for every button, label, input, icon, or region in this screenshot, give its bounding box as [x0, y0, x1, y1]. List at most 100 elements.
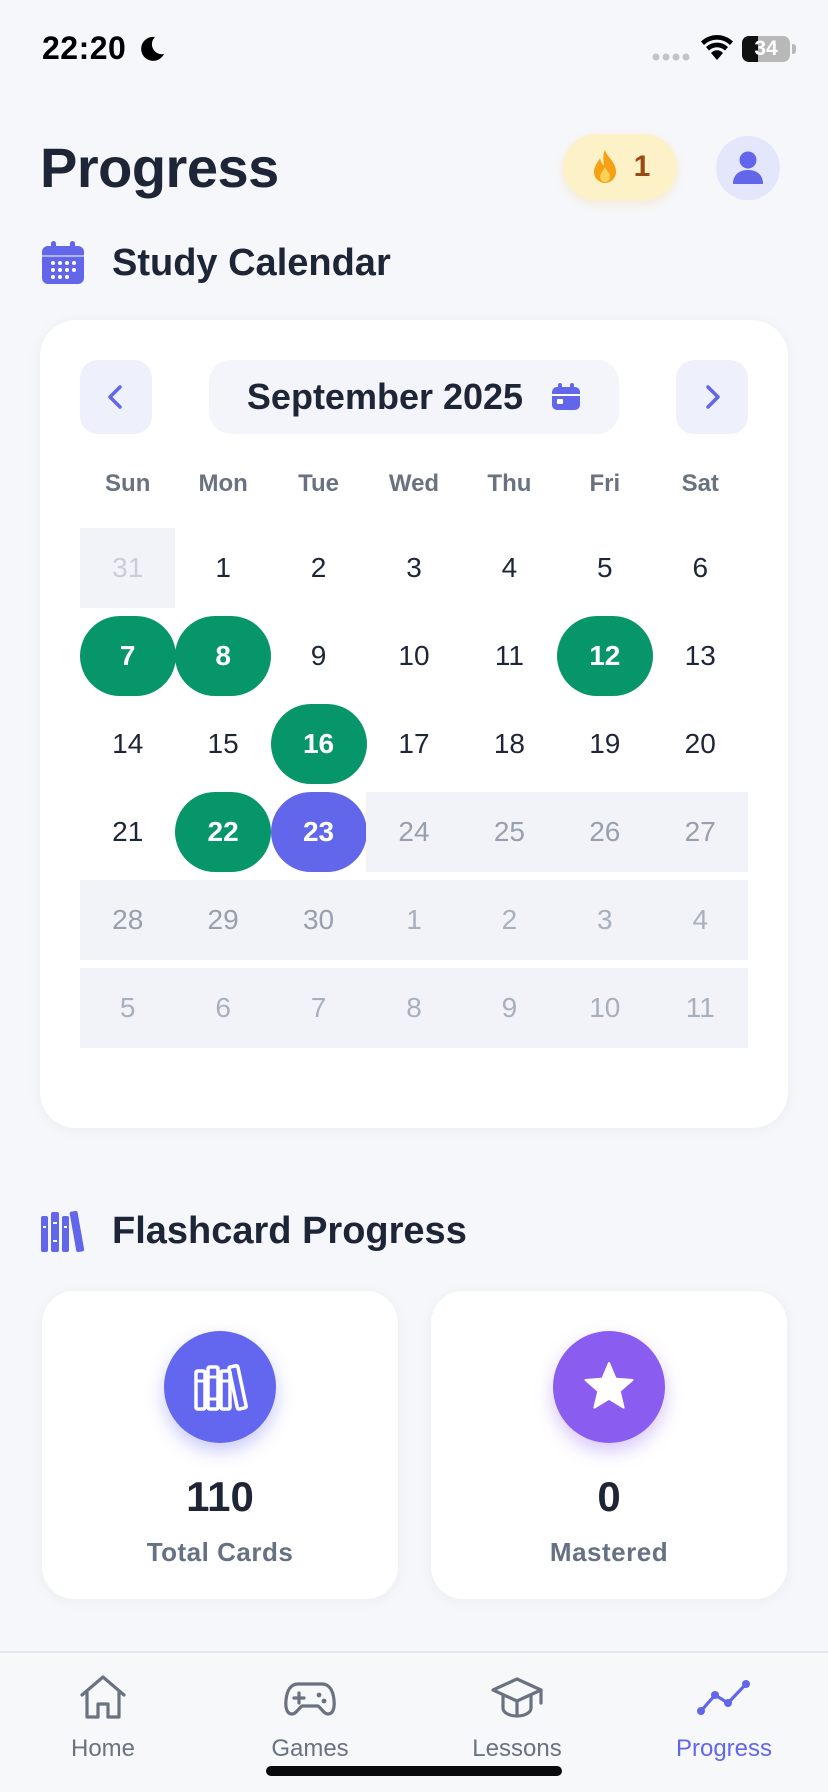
day-number: 7	[119, 640, 136, 671]
calendar-week-row: 28 29 30 1 2 3 4	[80, 880, 748, 960]
day-number: 24	[398, 816, 430, 847]
day-number: 8	[215, 640, 231, 671]
total-cards-stat[interactable]: 110 Total Cards	[42, 1291, 398, 1599]
status-time: 22:20	[42, 30, 127, 66]
day-number: 5	[119, 992, 136, 1023]
calendar-day[interactable]: 7	[270, 968, 367, 1048]
calendar-day[interactable]: 20	[653, 704, 748, 784]
calendar-day[interactable]: 13	[653, 616, 748, 696]
calendar-day[interactable]: 3	[366, 528, 461, 608]
calendar-day[interactable]: 8	[366, 968, 462, 1048]
battery-percent: 34	[754, 37, 778, 60]
calendar-day[interactable]: 15	[175, 704, 270, 784]
calendar-day[interactable]: 9	[271, 616, 366, 696]
progress-screen: 22:20 34 Progress 1 Study Calendar Septe…	[0, 0, 828, 1792]
calendar-day[interactable]: 5	[80, 968, 176, 1048]
weekday-label: Sat	[681, 470, 719, 497]
streak-badge[interactable]: 1	[563, 134, 677, 200]
calendar-day[interactable]: 1	[366, 880, 462, 960]
calendar-day[interactable]: 18	[462, 704, 557, 784]
calendar-day[interactable]: 24	[366, 792, 462, 872]
calendar-day[interactable]: 21	[80, 792, 175, 872]
total-cards-badge	[164, 1331, 276, 1443]
day-number: 13	[684, 640, 716, 671]
calendar-day[interactable]: 14	[80, 704, 175, 784]
mastered-stat[interactable]: 0 Mastered	[431, 1291, 787, 1599]
next-month-button[interactable]	[676, 360, 748, 434]
calendar-day[interactable]: 2	[461, 880, 558, 960]
tab-games[interactable]: Games	[230, 1673, 390, 1773]
calendar-day[interactable]: 4	[652, 880, 748, 960]
calendar-day[interactable]: 9	[461, 968, 558, 1048]
calendar-day[interactable]: 6	[653, 528, 748, 608]
day-number: 26	[589, 816, 621, 847]
flame-icon	[593, 150, 616, 183]
graduation-cap-icon	[491, 1677, 543, 1718]
day-number: 1	[215, 552, 231, 583]
calendar-day[interactable]: 11	[462, 616, 557, 696]
books-icon	[194, 1363, 248, 1411]
month-label: September 2025	[246, 376, 524, 417]
calendar-day-studied[interactable]: 16	[270, 704, 368, 784]
calendar-week-row: 21 22 23 24 25 26 27	[80, 792, 748, 872]
status-bar: 22:20 34	[0, 0, 828, 100]
calendar-week-row: 31 1 2 3 4 5 6	[80, 528, 748, 608]
weekday-label: Sun	[105, 470, 151, 497]
day-number: 10	[398, 640, 430, 671]
previous-month-button[interactable]	[80, 360, 152, 434]
calendar-day[interactable]: 29	[175, 880, 271, 960]
calendar-day[interactable]: 10	[557, 968, 653, 1048]
calendar-day[interactable]: 11	[652, 968, 748, 1048]
calendar-day[interactable]: 26	[557, 792, 653, 872]
day-number: 29	[207, 904, 239, 935]
day-number: 4	[692, 904, 709, 935]
total-cards-label: Total Cards	[146, 1537, 294, 1567]
day-number: 20	[684, 728, 716, 759]
calendar-day-studied[interactable]: 12	[557, 616, 654, 696]
weekday-header: Sun Mon Tue Wed Thu Fri Sat	[80, 470, 748, 510]
calendar-day[interactable]: 30	[270, 880, 367, 960]
weekday-label: Thu	[487, 470, 532, 497]
calendar-day[interactable]: 5	[557, 528, 652, 608]
calendar-day[interactable]: 2	[271, 528, 366, 608]
mastered-label: Mastered	[549, 1537, 669, 1567]
tab-label: Lessons	[472, 1735, 562, 1762]
calendar-day[interactable]: 31	[80, 528, 176, 608]
day-number: 19	[589, 728, 621, 759]
calendar-day[interactable]: 17	[366, 704, 461, 784]
calendar-day-studied[interactable]: 7	[80, 616, 177, 696]
day-number: 25	[493, 816, 525, 847]
calendar-day[interactable]: 4	[462, 528, 557, 608]
calendar-day-studied[interactable]: 8	[175, 616, 272, 696]
calendar-week-row: 7 8 9 10 11 12 13	[80, 616, 748, 696]
calendar-day[interactable]: 19	[557, 704, 652, 784]
tab-lessons[interactable]: Lessons	[437, 1673, 597, 1773]
battery-icon: 34	[742, 36, 790, 62]
month-picker-button[interactable]: September 2025	[209, 360, 619, 434]
day-number: 12	[589, 640, 621, 671]
calendar-day[interactable]: 1	[175, 528, 270, 608]
calendar-day-today[interactable]: 23	[270, 792, 368, 872]
calendar-icon	[42, 241, 84, 284]
calendar-day[interactable]: 6	[175, 968, 271, 1048]
calendar-day[interactable]: 3	[557, 880, 653, 960]
calendar-day[interactable]: 25	[461, 792, 558, 872]
day-number: 31	[112, 552, 144, 583]
profile-button[interactable]	[716, 136, 780, 200]
tab-progress[interactable]: Progress	[644, 1673, 804, 1773]
calendar-day-studied[interactable]: 22	[175, 792, 272, 872]
day-number: 8	[406, 992, 422, 1023]
weekday-label: Fri	[589, 470, 621, 497]
home-icon	[80, 1675, 126, 1719]
day-number: 30	[302, 904, 335, 935]
calendar-day[interactable]: 10	[366, 616, 461, 696]
calendar-week-row: 5 6 7 8 9 10 11	[80, 968, 748, 1048]
calendar-day[interactable]: 28	[80, 880, 176, 960]
mastered-badge	[553, 1331, 665, 1443]
calendar-day[interactable]: 27	[652, 792, 748, 872]
star-icon	[584, 1362, 634, 1409]
day-number: 21	[112, 816, 144, 847]
day-number: 3	[597, 904, 613, 935]
tab-home[interactable]: Home	[23, 1673, 183, 1773]
tab-label: Games	[271, 1735, 349, 1762]
